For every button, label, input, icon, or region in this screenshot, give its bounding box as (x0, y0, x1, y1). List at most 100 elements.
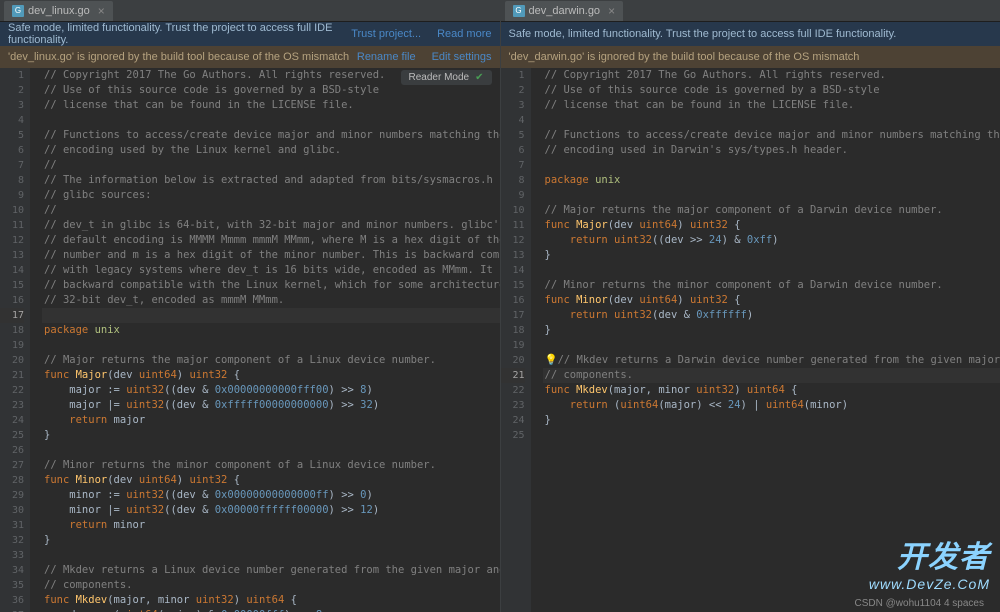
fold-marker[interactable] (531, 308, 543, 323)
fold-marker[interactable] (30, 338, 42, 353)
code-line[interactable]: major := uint32((dev & 0x00000000000fff0… (42, 383, 500, 398)
code-line[interactable]: // Use of this source code is governed b… (543, 83, 1000, 98)
code-line[interactable]: func Minor(dev uint64) uint32 { (42, 473, 500, 488)
code-line[interactable]: func Major(dev uint64) uint32 { (42, 368, 500, 383)
fold-marker[interactable] (30, 518, 42, 533)
code-line[interactable]: // backward compatible with the Linux ke… (42, 278, 500, 293)
left-tab[interactable]: G dev_linux.go × (4, 1, 113, 21)
fold-marker[interactable] (30, 548, 42, 563)
fold-marker[interactable] (30, 323, 42, 338)
fold-marker[interactable] (30, 68, 42, 83)
edit-settings-link[interactable]: Edit settings (432, 51, 492, 63)
fold-marker[interactable] (531, 278, 543, 293)
fold-marker[interactable] (531, 398, 543, 413)
code-line[interactable]: return uint32(dev & 0xffffff) (543, 308, 1000, 323)
code-line[interactable]: minor := uint32((dev & 0x00000000000000f… (42, 488, 500, 503)
fold-marker[interactable] (30, 158, 42, 173)
code-line[interactable]: // Use of this source code is governed b… (42, 83, 500, 98)
fold-marker[interactable] (30, 398, 42, 413)
fold-marker[interactable] (531, 338, 543, 353)
fold-marker[interactable] (30, 143, 42, 158)
code-line[interactable]: // Functions to access/create device maj… (42, 128, 500, 143)
fold-marker[interactable] (30, 263, 42, 278)
fold-marker[interactable] (531, 248, 543, 263)
code-line[interactable]: return minor (42, 518, 500, 533)
fold-marker[interactable] (531, 113, 543, 128)
code-line[interactable] (42, 443, 500, 458)
fold-marker[interactable] (531, 188, 543, 203)
read-more-link[interactable]: Read more (437, 28, 491, 40)
fold-marker[interactable] (30, 98, 42, 113)
fold-marker[interactable] (531, 323, 543, 338)
fold-marker[interactable] (531, 428, 543, 443)
code-line[interactable]: return (uint64(major) << 24) | uint64(mi… (543, 398, 1000, 413)
code-line[interactable]: // Major returns the major component of … (42, 353, 500, 368)
code-line[interactable]: package unix (42, 323, 500, 338)
code-line[interactable]: // encoding used in Darwin's sys/types.h… (543, 143, 1000, 158)
fold-marker[interactable] (531, 68, 543, 83)
code-line[interactable]: // with legacy systems where dev_t is 16… (42, 263, 500, 278)
fold-marker[interactable] (30, 188, 42, 203)
code-line[interactable]: // default encoding is MMMM Mmmm mmmM MM… (42, 233, 500, 248)
code-line[interactable]: // Major returns the major component of … (543, 203, 1000, 218)
fold-marker[interactable] (531, 83, 543, 98)
fold-marker[interactable] (30, 608, 42, 612)
fold-marker[interactable] (531, 173, 543, 188)
trust-project-link[interactable]: Trust project... (351, 28, 421, 40)
code-line[interactable]: // (42, 203, 500, 218)
fold-marker[interactable] (531, 263, 543, 278)
fold-marker[interactable] (531, 413, 543, 428)
fold-marker[interactable] (30, 593, 42, 608)
code-line[interactable]: // encoding used by the Linux kernel and… (42, 143, 500, 158)
code-line[interactable]: // glibc sources: (42, 188, 500, 203)
code-line[interactable]: // Mkdev returns a Linux device number g… (42, 563, 500, 578)
fold-marker[interactable] (531, 98, 543, 113)
fold-marker[interactable] (531, 233, 543, 248)
fold-marker[interactable] (30, 218, 42, 233)
code-line[interactable]: // components. (543, 368, 1000, 383)
fold-marker[interactable] (531, 143, 543, 158)
code-line[interactable]: // license that can be found in the LICE… (42, 98, 500, 113)
close-icon[interactable]: × (608, 4, 615, 18)
code-line[interactable]: func Mkdev(major, minor uint32) uint64 { (42, 593, 500, 608)
code-line[interactable]: } (543, 248, 1000, 263)
code-line[interactable]: func Minor(dev uint64) uint32 { (543, 293, 1000, 308)
fold-marker[interactable] (30, 248, 42, 263)
fold-marker[interactable] (30, 443, 42, 458)
code-line[interactable]: // The information below is extracted an… (42, 173, 500, 188)
code-line[interactable]: } (543, 323, 1000, 338)
code-line[interactable] (543, 428, 1000, 443)
fold-marker[interactable] (30, 578, 42, 593)
fold-marker[interactable] (531, 218, 543, 233)
code-line[interactable]: dev := (uint64(major) & 0x00000fff) << 8 (42, 608, 500, 612)
code-line[interactable] (543, 338, 1000, 353)
code-line[interactable]: } (42, 533, 500, 548)
code-line[interactable]: func Mkdev(major, minor uint32) uint64 { (543, 383, 1000, 398)
code-line[interactable]: return major (42, 413, 500, 428)
fold-marker[interactable] (30, 428, 42, 443)
code-line[interactable]: // 32-bit dev_t, encoded as mmmM MMmm. (42, 293, 500, 308)
code-line[interactable]: } (42, 428, 500, 443)
code-line[interactable]: // Minor returns the minor component of … (42, 458, 500, 473)
code-line[interactable]: minor |= uint32((dev & 0x00000ffffff0000… (42, 503, 500, 518)
close-icon[interactable]: × (98, 4, 105, 18)
fold-marker[interactable] (30, 383, 42, 398)
fold-marker[interactable] (30, 503, 42, 518)
code-line[interactable]: // (42, 158, 500, 173)
code-line[interactable]: 💡// Mkdev returns a Darwin device number… (543, 353, 1000, 368)
code-line[interactable]: return uint32((dev >> 24) & 0xff) (543, 233, 1000, 248)
code-line[interactable] (42, 113, 500, 128)
fold-marker[interactable] (30, 368, 42, 383)
code-line[interactable]: // Copyright 2017 The Go Authors. All ri… (543, 68, 1000, 83)
fold-marker[interactable] (30, 473, 42, 488)
fold-marker[interactable] (30, 278, 42, 293)
intention-bulb-icon[interactable]: 💡 (545, 354, 558, 366)
fold-marker[interactable] (30, 83, 42, 98)
code-line[interactable] (543, 113, 1000, 128)
code-line[interactable]: // license that can be found in the LICE… (543, 98, 1000, 113)
right-editor[interactable]: 1234567891011121314151617181920212223242… (501, 68, 1000, 612)
fold-marker[interactable] (30, 128, 42, 143)
fold-marker[interactable] (30, 413, 42, 428)
code-line[interactable]: // Minor returns the minor component of … (543, 278, 1000, 293)
fold-marker[interactable] (30, 113, 42, 128)
